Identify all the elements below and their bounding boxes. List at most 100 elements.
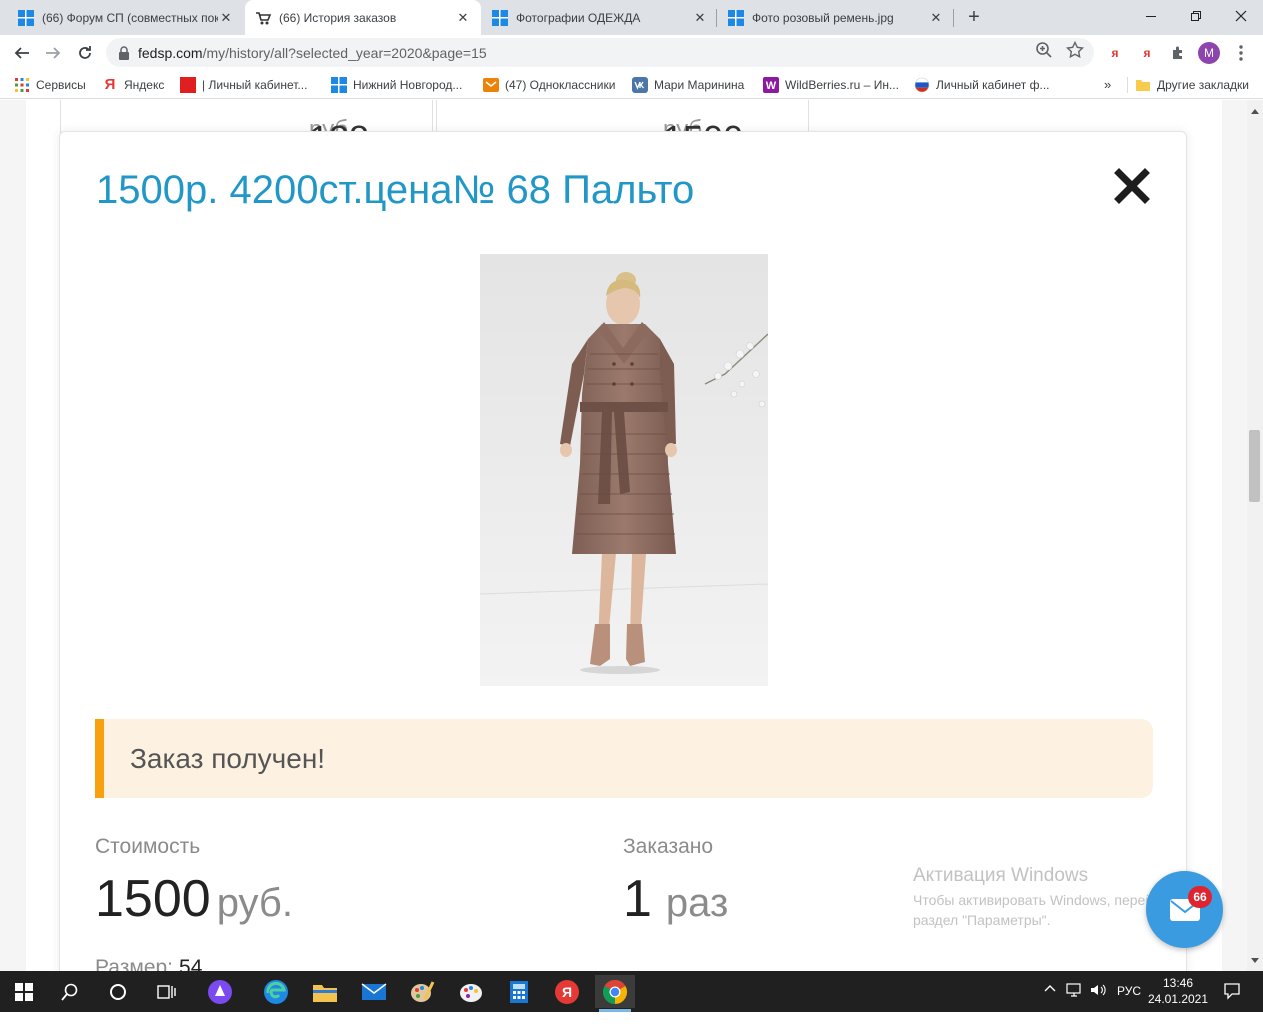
paint3d-button[interactable]: [451, 975, 491, 1008]
forward-button[interactable]: [39, 39, 67, 67]
bookmarks-bar: Сервисы Я Яндекс | Личный кабинет... Ниж…: [0, 71, 1263, 99]
bookmark-yandex[interactable]: Я Яндекс: [102, 76, 165, 94]
mail-button[interactable]: [354, 975, 394, 1008]
system-clock[interactable]: 13:46 24.01.2021: [1145, 975, 1211, 1007]
product-photo[interactable]: [480, 254, 768, 686]
task-view-button[interactable]: [146, 975, 186, 1008]
bookmark-nizhny[interactable]: Нижний Новгород...: [331, 76, 462, 94]
minimize-button[interactable]: [1128, 0, 1173, 32]
bookmark-star-icon[interactable]: [1066, 41, 1084, 59]
order-detail-modal: 1500р. 4200ст.цена№ 68 Пальто Заказ полу…: [59, 131, 1187, 971]
close-tab-icon[interactable]: ✕: [218, 10, 234, 26]
ordered-amount: 1: [623, 870, 652, 928]
bookmark-wildberries[interactable]: W WildBerries.ru – Ин...: [763, 76, 899, 94]
task-view-icon: [157, 984, 176, 999]
bookmark-label: Мари Маринина: [654, 78, 745, 92]
cost-amount: 1500: [95, 870, 211, 928]
bookmark-odnoklassniki[interactable]: (47) Одноклассники: [483, 76, 615, 94]
bookmark-label: Личный кабинет ф...: [936, 78, 1050, 92]
cost-label: Стоимость: [95, 835, 201, 858]
yandex-browser-button[interactable]: Я: [547, 975, 587, 1008]
clock-time: 13:46: [1162, 976, 1194, 990]
minimize-icon: [1145, 16, 1156, 17]
lock-icon: [119, 45, 129, 60]
scroll-thumb[interactable]: [1249, 430, 1260, 502]
restore-button[interactable]: [1173, 0, 1218, 32]
language-indicator[interactable]: РУС: [1117, 984, 1141, 998]
clock-date: 24.01.2021: [1147, 992, 1209, 1006]
tab-title: (66) Форум СП (совместных пок: [42, 10, 218, 25]
volume-icon[interactable]: [1090, 983, 1106, 997]
scroll-up-arrow-icon[interactable]: [1251, 109, 1259, 114]
bookmark-cabinet[interactable]: | Личный кабинет...: [180, 76, 307, 94]
ordered-value: 1 раз: [623, 869, 728, 929]
profile-avatar[interactable]: M: [1198, 42, 1220, 64]
url-path: /my/history/all?selected_year=2020&page=…: [202, 44, 487, 61]
windows-taskbar: Я РУС 13:46 24.01.2021: [0, 971, 1263, 1012]
windows-start-icon: [15, 982, 33, 1001]
zoom-icon[interactable]: [1035, 41, 1053, 59]
order-card-behind: 1500 руб: [436, 100, 809, 159]
paint-button[interactable]: [402, 975, 442, 1008]
close-modal-icon[interactable]: [1112, 166, 1152, 206]
yandex-extension-icon[interactable]: я: [1106, 43, 1124, 63]
extensions-button[interactable]: [1169, 43, 1187, 63]
size-row: Размер: 54: [95, 956, 202, 971]
chevron-up-icon[interactable]: [1044, 983, 1056, 995]
calculator-button[interactable]: [499, 975, 539, 1008]
page-scrollbar[interactable]: [1247, 100, 1263, 971]
notifications-icon[interactable]: [1223, 982, 1241, 1000]
modal-title: 1500р. 4200ст.цена№ 68 Пальто: [96, 168, 695, 212]
address-bar[interactable]: fedsp.com/my/history/all?selected_year=2…: [106, 38, 1094, 67]
edge-icon: [264, 979, 288, 1004]
unread-count-badge: 66: [1188, 886, 1212, 908]
tab-pink-belt-photo[interactable]: Фото розовый ремень.jpg ✕: [718, 0, 954, 35]
mail-icon: [361, 982, 387, 1000]
close-window-button[interactable]: [1218, 0, 1263, 32]
arrow-right-icon: [46, 47, 61, 59]
palette-icon: [460, 983, 482, 1002]
paint-icon: [411, 980, 435, 1002]
tab-title: Фото розовый ремень.jpg: [752, 10, 894, 25]
yandex-extension-icon-2[interactable]: я: [1138, 43, 1156, 63]
chrome-button[interactable]: [595, 975, 635, 1012]
folder-icon: [1136, 80, 1150, 91]
messages-button[interactable]: [1146, 871, 1223, 948]
cortana-button[interactable]: [98, 975, 138, 1008]
windows-logo-icon: [18, 9, 34, 26]
close-tab-icon[interactable]: ✕: [928, 10, 944, 26]
search-button[interactable]: [50, 975, 90, 1008]
order-status-notice: Заказ получен!: [95, 719, 1153, 798]
calculator-icon: [510, 980, 528, 1003]
back-button[interactable]: [8, 39, 36, 67]
file-explorer-button[interactable]: [305, 975, 345, 1008]
tab-photos-clothes[interactable]: Фотографии ОДЕЖДА ✕: [482, 0, 718, 35]
edge-button[interactable]: [256, 975, 296, 1008]
bookmark-cabinet-2[interactable]: Личный кабинет ф...: [914, 76, 1050, 94]
scroll-down-arrow-icon[interactable]: [1251, 958, 1259, 963]
restore-icon: [1190, 11, 1201, 21]
start-button[interactable]: [4, 975, 44, 1008]
close-tab-icon[interactable]: ✕: [692, 10, 708, 26]
close-tab-icon[interactable]: ✕: [455, 10, 471, 26]
windows-logo-icon: [331, 77, 347, 93]
tab-order-history[interactable]: (66) История заказов ✕: [245, 0, 481, 35]
tab-separator: [716, 9, 717, 27]
bookmarks-overflow-button[interactable]: »: [1104, 77, 1111, 92]
mail-envelope-icon: [483, 78, 499, 92]
puzzle-icon: [1173, 46, 1182, 59]
order-card-behind: 188 руб: [60, 100, 433, 159]
cart-icon: [256, 11, 271, 24]
russian-flag-icon: [914, 77, 930, 93]
bookmark-label: Нижний Новгород...: [353, 78, 463, 92]
bookmark-services[interactable]: Сервисы: [14, 76, 86, 94]
other-bookmarks[interactable]: Другие закладки: [1135, 76, 1249, 94]
reload-button[interactable]: [71, 39, 99, 67]
alice-button[interactable]: [200, 975, 240, 1008]
bookmark-vk[interactable]: Мари Маринина: [632, 76, 744, 94]
new-tab-button[interactable]: +: [962, 7, 986, 29]
network-icon[interactable]: [1066, 983, 1082, 997]
menu-kebab-icon[interactable]: [1234, 44, 1248, 62]
cortana-circle-icon: [110, 983, 126, 1000]
tab-forum[interactable]: (66) Форум СП (совместных пок ✕: [8, 0, 244, 35]
